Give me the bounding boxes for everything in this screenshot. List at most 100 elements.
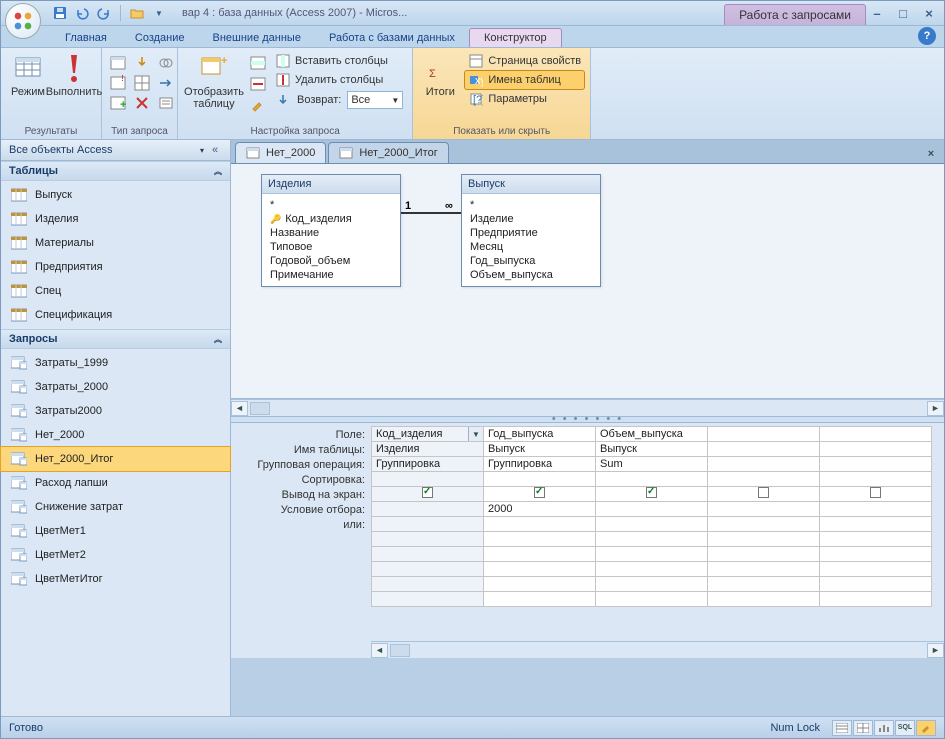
- grid-or-cell[interactable]: [372, 562, 484, 577]
- nav-item-table[interactable]: Материалы: [1, 231, 230, 255]
- return-combo[interactable]: Все▼: [347, 91, 403, 109]
- query-design-diagram[interactable]: Изделия *🔑Код_изделияНазваниеТиповоеГодо…: [231, 164, 944, 399]
- totals-button[interactable]: Σ Итоги: [419, 50, 461, 100]
- nav-item-query[interactable]: Расход лапши: [1, 471, 230, 495]
- office-button[interactable]: [5, 3, 41, 39]
- design-grid-body[interactable]: Код_изделия▼Год_выпускаОбъем_выпускаИзде…: [371, 423, 944, 658]
- grid-or-cell[interactable]: [708, 532, 820, 547]
- pivot-chart-view-icon[interactable]: [874, 720, 894, 736]
- table-box-left[interactable]: Изделия *🔑Код_изделияНазваниеТиповоеГодо…: [261, 174, 401, 287]
- checkbox-icon[interactable]: [758, 487, 769, 498]
- nav-item-query[interactable]: Затраты2000: [1, 399, 230, 423]
- nav-item-query[interactable]: ЦветМет1: [1, 519, 230, 543]
- doc-tab-0[interactable]: Нет_2000: [235, 142, 326, 163]
- grid-table-cell[interactable]: [820, 442, 932, 457]
- field-item[interactable]: Примечание: [270, 268, 392, 282]
- tab-create[interactable]: Создание: [121, 29, 199, 47]
- view-button[interactable]: Режим: [7, 50, 49, 100]
- show-table-button[interactable]: + Отобразить таблицу: [184, 50, 244, 112]
- grid-or-cell[interactable]: [820, 547, 932, 562]
- grid-or-cell[interactable]: [708, 517, 820, 532]
- datadef-query-icon[interactable]: [156, 94, 176, 112]
- grid-field-cell[interactable]: [820, 427, 932, 442]
- grid-or-cell[interactable]: [820, 592, 932, 607]
- field-item[interactable]: Объем_выпуска: [470, 268, 592, 282]
- grid-table-cell[interactable]: Выпуск: [484, 442, 596, 457]
- grid-or-cell[interactable]: [484, 532, 596, 547]
- help-icon[interactable]: ?: [918, 27, 936, 45]
- union-query-icon[interactable]: [156, 54, 176, 72]
- grid-show-cell[interactable]: [372, 487, 484, 502]
- grid-or-cell[interactable]: [596, 592, 708, 607]
- nav-item-table[interactable]: Выпуск: [1, 183, 230, 207]
- grid-criteria-cell[interactable]: [372, 502, 484, 517]
- crosstab-query-icon[interactable]: [132, 74, 152, 92]
- pivot-table-view-icon[interactable]: [853, 720, 873, 736]
- field-item[interactable]: 🔑Код_изделия: [270, 212, 392, 226]
- nav-item-table[interactable]: Спецификация: [1, 303, 230, 327]
- nav-item-query[interactable]: Снижение затрат: [1, 495, 230, 519]
- grid-or-cell[interactable]: [596, 517, 708, 532]
- parameters-button[interactable]: [?]Параметры: [465, 90, 584, 108]
- grid-group-cell[interactable]: Sum: [596, 457, 708, 472]
- select-query-icon[interactable]: [108, 54, 128, 72]
- field-item[interactable]: Типовое: [270, 240, 392, 254]
- nav-item-query[interactable]: Затраты_2000: [1, 375, 230, 399]
- grid-or-cell[interactable]: [484, 592, 596, 607]
- tab-external[interactable]: Внешние данные: [199, 29, 315, 47]
- insert-rows-icon[interactable]: [248, 54, 268, 72]
- sql-view-icon[interactable]: SQL: [895, 720, 915, 736]
- grid-table-cell[interactable]: Выпуск: [596, 442, 708, 457]
- grid-or-cell[interactable]: [596, 532, 708, 547]
- grid-field-cell[interactable]: Год_выпуска: [484, 427, 596, 442]
- grid-group-cell[interactable]: [820, 457, 932, 472]
- append-query-icon[interactable]: +: [108, 94, 128, 112]
- update-query-icon[interactable]: [132, 54, 152, 72]
- grid-or-cell[interactable]: [708, 592, 820, 607]
- doc-close-button[interactable]: ×: [922, 145, 940, 163]
- open-folder-icon[interactable]: [128, 4, 146, 22]
- nav-item-query[interactable]: Нет_2000_Итог: [1, 447, 230, 471]
- grid-field-cell[interactable]: Код_изделия▼: [372, 427, 484, 442]
- field-item[interactable]: *: [470, 198, 592, 212]
- nav-item-query[interactable]: Затраты_1999: [1, 351, 230, 375]
- insert-columns-button[interactable]: Вставить столбцы: [272, 52, 406, 70]
- field-item[interactable]: Изделие: [470, 212, 592, 226]
- doc-tab-1[interactable]: Нет_2000_Итог: [328, 142, 448, 163]
- nav-section-tables[interactable]: Таблицы︽: [1, 161, 230, 181]
- grid-or-cell[interactable]: [372, 592, 484, 607]
- design-view-icon[interactable]: [916, 720, 936, 736]
- field-item[interactable]: Название: [270, 226, 392, 240]
- checkbox-icon[interactable]: [422, 487, 433, 498]
- delete-query-icon[interactable]: [132, 94, 152, 112]
- nav-dropdown-icon[interactable]: ▾: [200, 146, 204, 155]
- grid-or-cell[interactable]: [820, 532, 932, 547]
- grid-show-cell[interactable]: [820, 487, 932, 502]
- grid-or-cell[interactable]: [372, 547, 484, 562]
- grid-sort-cell[interactable]: [708, 472, 820, 487]
- grid-show-cell[interactable]: [596, 487, 708, 502]
- maximize-button[interactable]: □: [892, 5, 914, 21]
- grid-criteria-cell[interactable]: [596, 502, 708, 517]
- grid-or-cell[interactable]: [708, 562, 820, 577]
- grid-sort-cell[interactable]: [820, 472, 932, 487]
- grid-hscroll[interactable]: ◄►: [371, 641, 944, 658]
- grid-or-cell[interactable]: [820, 577, 932, 592]
- grid-or-cell[interactable]: [484, 562, 596, 577]
- checkbox-icon[interactable]: [870, 487, 881, 498]
- grid-or-cell[interactable]: [820, 517, 932, 532]
- field-item[interactable]: *: [270, 198, 392, 212]
- grid-sort-cell[interactable]: [596, 472, 708, 487]
- nav-item-table[interactable]: Изделия: [1, 207, 230, 231]
- grid-criteria-cell[interactable]: 2000: [484, 502, 596, 517]
- dropdown-arrow-icon[interactable]: ▼: [468, 427, 483, 441]
- run-button[interactable]: Выполнить: [53, 50, 95, 100]
- grid-or-cell[interactable]: [372, 532, 484, 547]
- grid-or-cell[interactable]: [484, 577, 596, 592]
- field-item[interactable]: Месяц: [470, 240, 592, 254]
- grid-or-cell[interactable]: [484, 547, 596, 562]
- grid-or-cell[interactable]: [372, 517, 484, 532]
- grid-group-cell[interactable]: Группировка: [484, 457, 596, 472]
- nav-item-table[interactable]: Предприятия: [1, 255, 230, 279]
- grid-group-cell[interactable]: Группировка: [372, 457, 484, 472]
